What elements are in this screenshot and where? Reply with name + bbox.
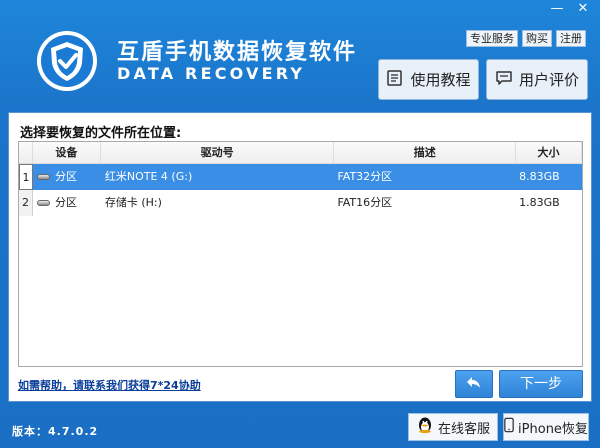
panel-title: 选择要恢复的文件所在位置: xyxy=(20,126,182,141)
table-header: 设备 驱动号 描述 大小 xyxy=(19,142,582,164)
pro-service-link[interactable]: 专业服务 xyxy=(466,30,518,47)
device-label: 分区 xyxy=(54,196,77,209)
tutorial-button[interactable]: 使用教程 xyxy=(378,59,479,100)
row-number: 1 xyxy=(19,164,33,190)
row-number: 2 xyxy=(19,190,33,216)
app-title: 互盾手机数据恢复软件 xyxy=(117,40,358,65)
device-cell: 分区 xyxy=(33,190,101,216)
app-subtitle: DATA RECOVERY xyxy=(117,64,306,83)
online-service-label: 在线客服 xyxy=(437,421,490,437)
device-cell: 分区 xyxy=(32,164,101,190)
back-arrow-icon xyxy=(466,376,482,393)
iphone-recovery-label: iPhone恢复 xyxy=(518,421,588,437)
app-window: — ✕ 专业服务 购买 注册 互盾手机数据恢复软件 DATA RECOVERY … xyxy=(0,0,600,448)
header-drive[interactable]: 驱动号 xyxy=(101,142,335,163)
header-size[interactable]: 大小 xyxy=(516,142,582,163)
header-device[interactable]: 设备 xyxy=(33,142,101,163)
size-cell: 1.83GB xyxy=(519,196,560,209)
back-button[interactable] xyxy=(455,370,493,398)
comment-icon xyxy=(495,69,513,91)
next-button[interactable]: 下一步 xyxy=(499,370,583,398)
register-link[interactable]: 注册 xyxy=(556,30,586,47)
drive-cell: 存储卡 (H:) xyxy=(104,196,162,209)
header-description[interactable]: 描述 xyxy=(334,142,517,163)
description-cell: FAT16分区 xyxy=(337,196,393,209)
disk-icon xyxy=(36,200,50,206)
qq-penguin-icon xyxy=(416,416,434,438)
table-row[interactable]: 2 分区 存储卡 (H:) FAT16分区 1.83GB xyxy=(19,190,582,216)
buy-link[interactable]: 购买 xyxy=(522,30,552,47)
header-rownum xyxy=(19,142,33,163)
description-cell: FAT32分区 xyxy=(334,164,517,190)
top-links: 专业服务 购买 注册 xyxy=(466,30,586,47)
minimize-button[interactable]: — xyxy=(544,0,570,20)
review-label: 用户评价 xyxy=(518,71,579,89)
disk-icon xyxy=(36,174,50,180)
version-label: 版本：4.7.0.2 xyxy=(12,425,99,438)
table-row[interactable]: 1 分区 红米NOTE 4 (G:) FAT32分区 8.83GB xyxy=(19,164,583,190)
partition-table: 设备 驱动号 描述 大小 1 分区 红米NOTE 4 (G:) FAT32分区 … xyxy=(18,141,583,367)
main-panel: 选择要恢复的文件所在位置: 设备 驱动号 描述 大小 1 分区 红米NOTE 4… xyxy=(8,112,592,402)
phone-icon xyxy=(504,417,514,437)
size-cell: 8.83GB xyxy=(516,164,583,190)
book-icon xyxy=(386,69,404,91)
online-service-button[interactable]: 在线客服 xyxy=(408,413,498,441)
review-button[interactable]: 用户评价 xyxy=(486,59,588,100)
help-link[interactable]: 如需帮助，请联系我们获得7*24协助 xyxy=(18,377,201,393)
iphone-recovery-button[interactable]: iPhone恢复 xyxy=(503,413,589,441)
tutorial-label: 使用教程 xyxy=(410,71,471,89)
drive-cell: 红米NOTE 4 (G:) xyxy=(100,164,335,190)
device-label: 分区 xyxy=(54,170,77,183)
close-button[interactable]: ✕ xyxy=(570,0,596,20)
shield-logo-icon xyxy=(36,30,98,92)
window-controls: — ✕ xyxy=(544,0,596,20)
